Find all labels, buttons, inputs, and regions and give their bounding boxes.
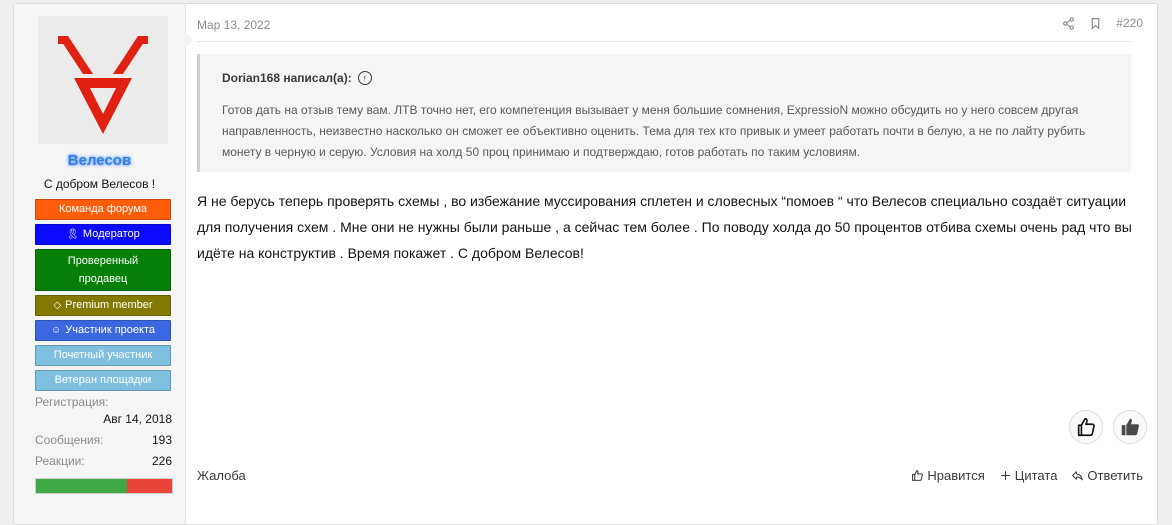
like-reaction-button[interactable]	[1069, 410, 1103, 444]
thumbs-up-outline-icon	[1077, 417, 1095, 437]
banner-honorary-member: Почетный участник	[35, 345, 171, 366]
user-stats: Регистрация: Авг 14, 2018 Сообщения: 193…	[35, 395, 172, 472]
reply-button[interactable]: Ответить	[1071, 468, 1143, 483]
quote-label: Цитата	[1014, 468, 1058, 483]
bookmark-icon[interactable]	[1089, 17, 1102, 30]
arrow-up-circle-icon[interactable]: ↑	[357, 71, 372, 85]
registration-value: Авг 14, 2018	[103, 412, 172, 426]
quote-author[interactable]: Dorian168 написал(а): ↑	[222, 71, 1109, 85]
banner-project-member: ☺ Участник проекта	[35, 320, 171, 341]
user-column: Велесов С добром Велесов ! Команда форум…	[14, 4, 186, 524]
reputation-bar	[35, 478, 173, 494]
reactions-row: Реакции: 226	[35, 451, 172, 472]
post-container: Велесов С добром Велесов ! Команда форум…	[13, 3, 1158, 525]
reputation-positive	[36, 479, 128, 493]
diamond-icon: ◇	[53, 300, 62, 311]
banner-label: Модератор	[82, 228, 140, 240]
banner-premium-member: ◇ Premium member	[35, 295, 171, 316]
banner-label: Участник проекта	[65, 324, 155, 336]
registration-label: Регистрация:	[35, 395, 109, 409]
banner-label: Почетный участник	[53, 349, 153, 361]
messages-row: Сообщения: 193	[35, 430, 172, 451]
reaction-buttons	[1069, 410, 1147, 444]
like-label: Нравится	[927, 468, 985, 483]
quote-text: Готов дать на отзыв тему вам. ЛТВ точно …	[222, 103, 1086, 159]
quote-block: Dorian168 написал(а): ↑ Готов дать на от…	[197, 54, 1131, 172]
post-message: Я не берусь теперь проверять схемы , во …	[197, 193, 1132, 261]
banner-verified-seller: Проверенный продавец	[35, 249, 171, 291]
thumbs-up-filled-icon	[1121, 418, 1139, 436]
quote-button[interactable]: Цитата	[999, 468, 1058, 483]
thumbs-up-icon	[912, 470, 924, 481]
plus-icon	[1000, 471, 1010, 480]
like-button[interactable]: Нравится	[911, 468, 985, 483]
users-icon: ☺	[51, 325, 62, 336]
quote-author-name[interactable]: Dorian168 написал(а):	[222, 71, 352, 85]
reputation-negative	[127, 479, 172, 493]
messages-value[interactable]: 193	[152, 430, 172, 451]
user-banners: Команда форума 🎗︎ Модератор Проверенный …	[35, 199, 171, 395]
banner-forum-team: Команда форума	[35, 199, 171, 220]
banner-label: Проверенный продавец	[67, 255, 139, 285]
reply-icon	[1072, 471, 1084, 481]
velesov-logo-icon	[38, 16, 168, 144]
post-header-actions: #220	[1062, 16, 1143, 30]
reply-label: Ответить	[1087, 468, 1143, 483]
header-divider	[197, 41, 1131, 42]
avatar[interactable]	[38, 16, 168, 144]
banner-label: Команда форума	[58, 203, 148, 215]
share-icon[interactable]	[1062, 16, 1075, 30]
ribbon-icon: 🎗︎	[66, 229, 79, 240]
like-filled-reaction-button[interactable]	[1113, 410, 1147, 444]
banner-veteran: Ветеран площадки	[35, 370, 171, 391]
banner-label: Ветеран площадки	[54, 374, 152, 386]
post-footer-actions: Нравится Цитата Ответить	[911, 468, 1143, 483]
reactions-label: Реакции:	[35, 454, 85, 468]
report-link[interactable]: Жалоба	[197, 468, 246, 483]
banner-moderator: 🎗︎ Модератор	[35, 224, 171, 245]
post-date[interactable]: Map 13, 2022	[197, 18, 270, 32]
messages-label: Сообщения:	[35, 433, 104, 447]
user-title: С добром Велесов !	[43, 177, 156, 191]
username[interactable]: Велесов	[14, 152, 185, 169]
banner-label: Premium member	[65, 299, 153, 311]
post-number[interactable]: #220	[1116, 16, 1143, 30]
user-arrow	[185, 32, 193, 48]
reactions-value[interactable]: 226	[152, 451, 172, 472]
